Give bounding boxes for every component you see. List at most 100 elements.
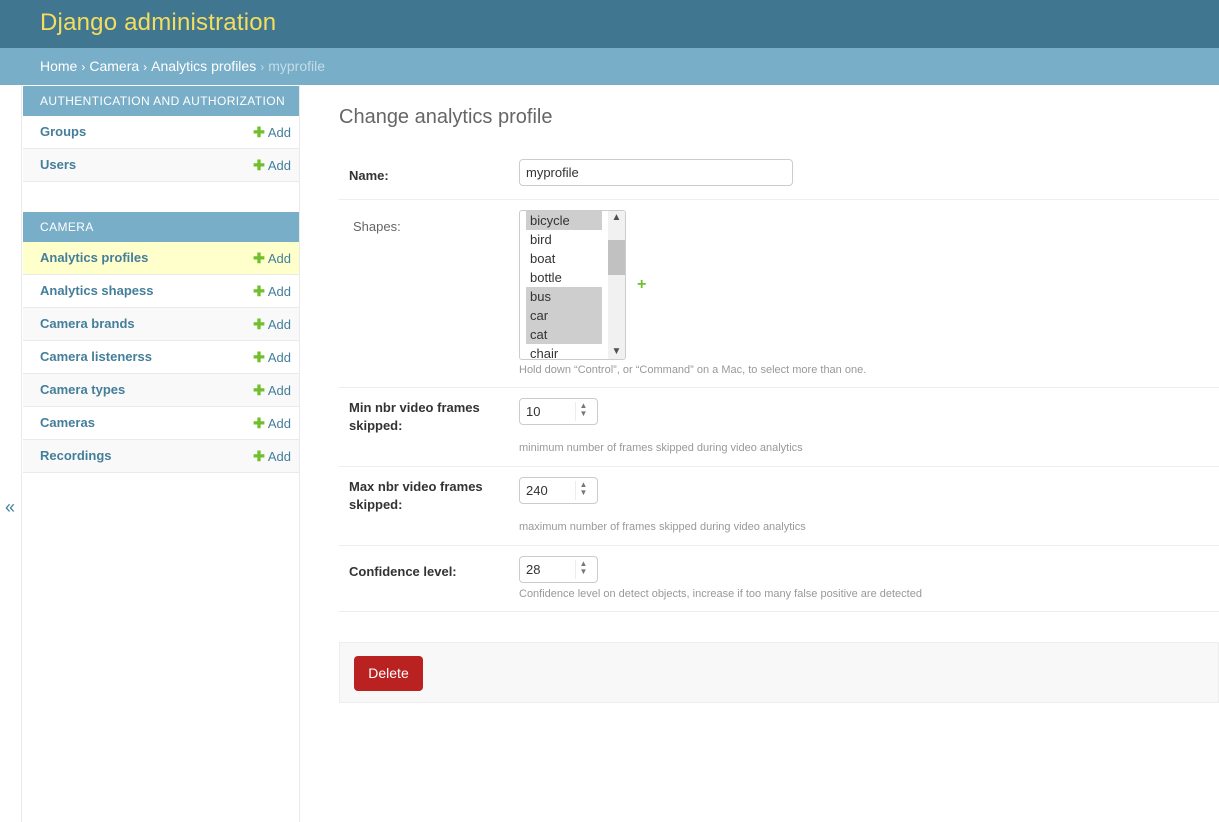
add-label: Add (267, 125, 291, 140)
submit-row: Delete (339, 642, 1219, 703)
scroll-up-icon[interactable]: ▲ (608, 211, 625, 225)
shapes-multiselect[interactable]: bicycle bird boat bottle bus car cat chair ▲ ▼ (519, 210, 626, 360)
breadcrumb: Home › Camera › Analytics profiles › myprofile (0, 48, 1219, 85)
breadcrumb-separator: › (81, 60, 86, 74)
add-label: Add (267, 251, 291, 266)
add-users-button[interactable]: ✚ Add (253, 157, 291, 174)
shape-option[interactable]: cat (526, 325, 602, 344)
min-frames-input[interactable]: 10 ▲ ▼ (519, 398, 598, 425)
confidence-input[interactable]: 28 ▲ ▼ (519, 556, 598, 583)
plus-icon: ✚ (253, 448, 265, 464)
add-label: Add (267, 416, 291, 431)
shapes-help-text: Hold down “Control”, or “Command” on a M… (519, 364, 867, 376)
add-label: Add (267, 449, 291, 464)
max-frames-help-text: maximum number of frames skipped during … (519, 521, 806, 533)
add-shape-icon[interactable]: + (637, 276, 646, 294)
sidebar-item-analytics-shapess: Analytics shapess ✚ Add (23, 275, 299, 308)
plus-icon: ✚ (253, 415, 265, 431)
form-row-name: Name: myprofile (339, 147, 1219, 200)
form-row-min-frames: Min nbr video frames skipped: 10 ▲ ▼ mini… (339, 388, 1219, 467)
number-stepper-icon[interactable]: ▲ ▼ (575, 402, 591, 421)
module-camera: Camera Analytics profiles ✚ Add Analytics… (23, 212, 299, 473)
name-field[interactable]: myprofile (519, 159, 793, 186)
sidebar: Authentication and Authorization Groups … (23, 85, 300, 822)
max-frames-label: Max nbr video frames skipped: (349, 479, 483, 512)
sidebar-toggle-strip[interactable]: « (0, 85, 22, 822)
sidebar-item-groups: Groups ✚ Add (23, 116, 299, 149)
add-analytics-shapess-button[interactable]: ✚ Add (253, 283, 291, 300)
sidebar-item-label[interactable]: Camera brands (40, 316, 135, 331)
plus-icon: ✚ (253, 157, 265, 173)
scroll-thumb[interactable] (608, 240, 625, 275)
add-groups-button[interactable]: ✚ Add (253, 124, 291, 141)
add-label: Add (267, 317, 291, 332)
plus-icon: ✚ (253, 250, 265, 266)
confidence-label: Confidence level: (349, 564, 457, 579)
min-frames-label: Min nbr video frames skipped: (349, 400, 480, 433)
shapes-scrollbar[interactable]: ▲ ▼ (608, 211, 625, 359)
add-recordings-button[interactable]: ✚ Add (253, 448, 291, 465)
number-stepper-icon[interactable]: ▲ ▼ (575, 560, 591, 579)
sidebar-item-label[interactable]: Users (40, 157, 76, 172)
breadcrumb-camera[interactable]: Camera (89, 58, 139, 74)
min-frames-help-text: minimum number of frames skipped during … (519, 442, 803, 454)
module-caption-auth[interactable]: Authentication and Authorization (23, 86, 299, 116)
breadcrumb-home[interactable]: Home (40, 58, 77, 74)
sidebar-item-label[interactable]: Camera types (40, 382, 125, 397)
sidebar-item-users: Users ✚ Add (23, 149, 299, 182)
plus-icon: ✚ (253, 382, 265, 398)
delete-button[interactable]: Delete (354, 656, 423, 691)
confidence-value: 28 (526, 562, 541, 577)
module-caption-camera[interactable]: Camera (23, 212, 299, 242)
plus-icon: ✚ (253, 283, 265, 299)
shape-option[interactable]: boat (526, 249, 602, 268)
form-row-confidence: Confidence level: 28 ▲ ▼ Confidence level… (339, 546, 1219, 612)
form-row-max-frames: Max nbr video frames skipped: 240 ▲ ▼ max… (339, 467, 1219, 546)
sidebar-item-label[interactable]: Recordings (40, 448, 112, 463)
shape-option[interactable]: bird (526, 230, 602, 249)
sidebar-item-camera-brands: Camera brands ✚ Add (23, 308, 299, 341)
sidebar-item-label[interactable]: Analytics profiles (40, 250, 148, 265)
add-label: Add (267, 383, 291, 398)
shape-option[interactable]: car (526, 306, 602, 325)
scroll-down-icon[interactable]: ▼ (608, 345, 625, 359)
min-frames-value: 10 (526, 404, 541, 419)
shape-option[interactable]: bicycle (526, 211, 602, 230)
shape-option[interactable]: chair (526, 344, 602, 359)
shapes-option-list: bicycle bird boat bottle bus car cat chair (526, 211, 602, 359)
breadcrumb-separator: › (260, 60, 265, 74)
plus-icon: ✚ (253, 349, 265, 365)
name-label: Name: (349, 168, 389, 183)
breadcrumb-analytics-profiles[interactable]: Analytics profiles (151, 58, 256, 74)
number-stepper-icon[interactable]: ▲ ▼ (575, 481, 591, 500)
collapse-sidebar-icon[interactable]: « (5, 497, 15, 518)
module-auth: Authentication and Authorization Groups … (23, 86, 299, 182)
shape-option[interactable]: bottle (526, 268, 602, 287)
sidebar-item-label[interactable]: Camera listenerss (40, 349, 152, 364)
shapes-label: Shapes: (353, 219, 401, 234)
page-title: Change analytics profile (339, 106, 553, 128)
sidebar-item-label[interactable]: Cameras (40, 415, 95, 430)
add-camera-types-button[interactable]: ✚ Add (253, 382, 291, 399)
max-frames-input[interactable]: 240 ▲ ▼ (519, 477, 598, 504)
add-camera-brands-button[interactable]: ✚ Add (253, 316, 291, 333)
confidence-help-text: Confidence level on detect objects, incr… (519, 588, 922, 600)
add-analytics-profiles-button[interactable]: ✚ Add (253, 250, 291, 267)
add-cameras-button[interactable]: ✚ Add (253, 415, 291, 432)
breadcrumb-separator: › (143, 60, 148, 74)
add-label: Add (267, 284, 291, 299)
sidebar-item-label[interactable]: Analytics shapess (40, 283, 153, 298)
sidebar-item-analytics-profiles: Analytics profiles ✚ Add (23, 242, 299, 275)
breadcrumb-current: myprofile (268, 58, 325, 74)
site-name[interactable]: Django administration (40, 9, 276, 37)
header: Django administration (0, 0, 1219, 48)
max-frames-value: 240 (526, 483, 548, 498)
form-row-shapes: Shapes: bicycle bird boat bottle bus car cat ch… (339, 200, 1219, 388)
add-label: Add (267, 350, 291, 365)
add-label: Add (267, 158, 291, 173)
shape-option[interactable]: bus (526, 287, 602, 306)
plus-icon: ✚ (253, 316, 265, 332)
plus-icon: ✚ (253, 124, 265, 140)
sidebar-item-label[interactable]: Groups (40, 124, 86, 139)
add-camera-listenerss-button[interactable]: ✚ Add (253, 349, 291, 366)
